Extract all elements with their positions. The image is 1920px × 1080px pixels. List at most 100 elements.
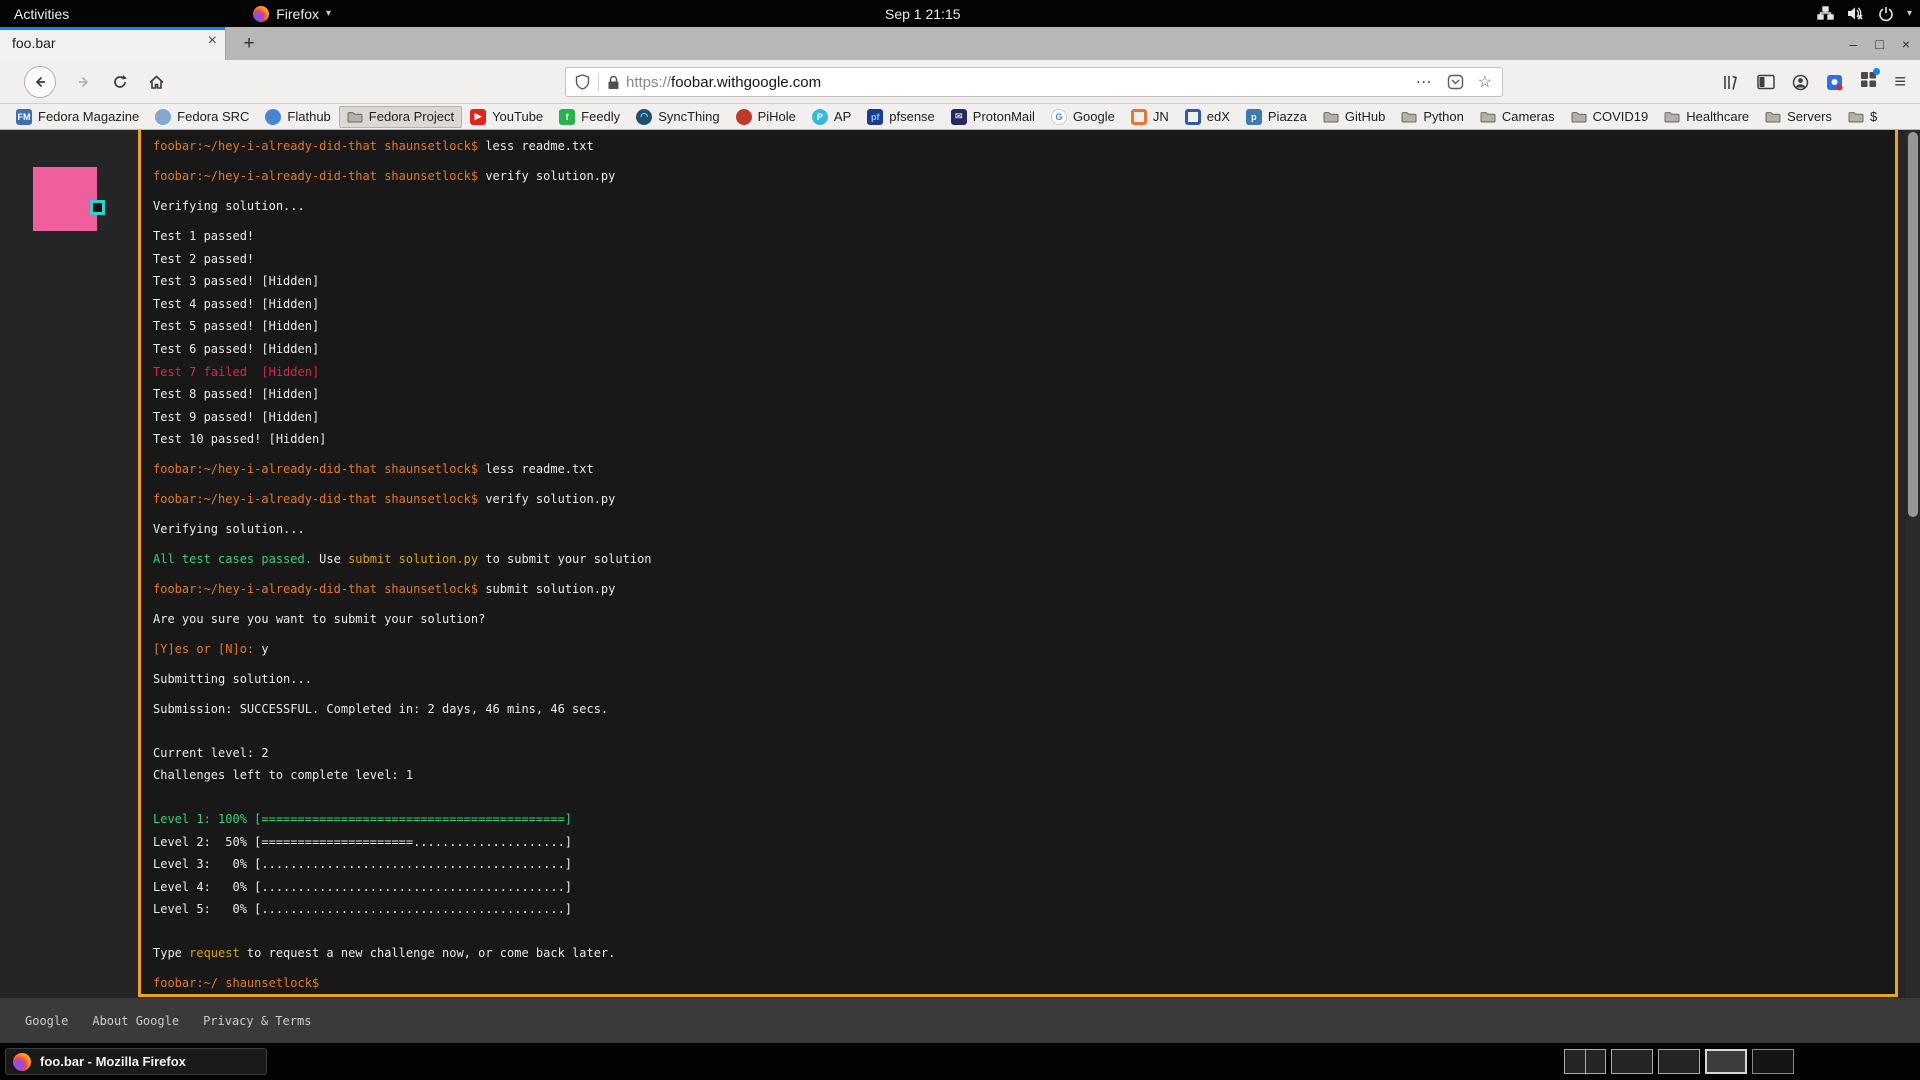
google-favicon: G (1051, 109, 1067, 125)
bookmark-cameras[interactable]: Cameras (1472, 106, 1563, 128)
bookmark-label: Flathub (287, 109, 330, 124)
bookmark-feedly[interactable]: fFeedly (551, 106, 628, 128)
screen: Activities Firefox ▾ Sep 1 21:15 ▾ foo.b… (0, 0, 1920, 1080)
url-text[interactable]: https://foobar.withgoogle.com (626, 74, 821, 91)
tab-foobar[interactable]: foo.bar × (0, 27, 226, 60)
workspace-box-2[interactable] (1611, 1049, 1653, 1074)
bookmark-pihole[interactable]: PiHole (728, 106, 804, 128)
url-bar[interactable]: https://foobar.withgoogle.com ⋯ ☆ (565, 67, 1503, 97)
folder-icon (1480, 109, 1496, 125)
window-maximize-button[interactable]: □ (1875, 36, 1883, 52)
lock-icon[interactable] (607, 75, 620, 90)
terminal-block: Are you sure you want to submit your sol… (153, 608, 1895, 631)
terminal-line: Test 6 passed! [Hidden] (153, 338, 1895, 361)
reload-button[interactable] (112, 74, 128, 90)
terminal-line: Test 4 passed! [Hidden] (153, 293, 1895, 316)
bookmark-python[interactable]: Python (1393, 106, 1471, 128)
protonmail-favicon: ✉ (951, 109, 967, 125)
bookmark-label: Python (1423, 109, 1463, 124)
bookmark-star-icon[interactable]: ☆ (1478, 72, 1492, 92)
pocket-icon[interactable] (1447, 74, 1464, 90)
clock[interactable]: Sep 1 21:15 (885, 0, 961, 27)
taskbar: foo.bar - Mozilla Firefox (0, 1043, 1920, 1080)
terminal-line: Level 2: 50% [=====================.....… (153, 831, 1895, 854)
ap-favicon: P (812, 109, 828, 125)
bookmark-healthcare[interactable]: Healthcare (1656, 106, 1757, 128)
taskbar-window-button[interactable]: foo.bar - Mozilla Firefox (5, 1048, 267, 1075)
fedora-src-favicon (155, 109, 171, 125)
tab-close-icon[interactable]: × (208, 32, 217, 50)
library-icon[interactable] (1722, 74, 1740, 91)
footer-link-privacy-terms[interactable]: Privacy & Terms (203, 1014, 311, 1028)
bookmark-servers[interactable]: Servers (1757, 106, 1840, 128)
folder-icon (1848, 109, 1864, 125)
terminal-line: Test 9 passed! [Hidden] (153, 406, 1895, 429)
workspace-box-4[interactable] (1705, 1049, 1747, 1074)
footer-link-about-google[interactable]: About Google (92, 1014, 179, 1028)
bookmark-label: SyncThing (658, 109, 719, 124)
volume-muted-icon (1847, 6, 1865, 21)
terminal-line: Test 5 passed! [Hidden] (153, 315, 1895, 338)
syncthing-favicon: ◠ (636, 109, 652, 125)
app-menu[interactable]: Firefox ▾ (253, 6, 331, 22)
bookmark-dollar[interactable]: $ (1840, 106, 1885, 128)
system-status-area[interactable]: ▾ (1817, 0, 1912, 27)
terminal-line: Verifying solution... (153, 518, 1895, 541)
scrollbar-thumb[interactable] (1908, 132, 1918, 517)
container-extension-icon[interactable] (1826, 74, 1843, 91)
terminal-block: Type request to request a new challenge … (153, 942, 1895, 965)
bookmark-flathub[interactable]: Flathub (257, 106, 338, 128)
terminal-line: foobar:~/hey-i-already-did-that shaunset… (153, 578, 1895, 601)
account-icon[interactable] (1792, 74, 1809, 91)
workspace-box-3[interactable] (1658, 1049, 1700, 1074)
fedora-magazine-favicon: FM (16, 109, 32, 125)
bookmark-jn[interactable]: JN (1123, 106, 1177, 128)
bookmark-ap[interactable]: PAP (804, 106, 859, 128)
bookmark-pfsense[interactable]: pfpfsense (859, 106, 943, 128)
bookmark-label: pfsense (889, 109, 935, 124)
footer-link-google[interactable]: Google (25, 1014, 68, 1028)
window-close-button[interactable]: × (1902, 36, 1910, 52)
folder-icon (1401, 109, 1417, 125)
folder-icon (1664, 109, 1680, 125)
url-scheme: https:// (626, 74, 671, 91)
sidebar-icon[interactable] (1757, 74, 1775, 90)
bookmark-youtube[interactable]: ▶YouTube (462, 106, 551, 128)
bookmark-piazza[interactable]: pPiazza (1238, 106, 1315, 128)
bookmark-label: Google (1073, 109, 1115, 124)
flathub-favicon (265, 109, 281, 125)
extension-button[interactable] (1860, 71, 1877, 93)
taskbar-window-title: foo.bar - Mozilla Firefox (40, 1054, 186, 1069)
bookmark-protonmail[interactable]: ✉ProtonMail (943, 106, 1043, 128)
terminal-output[interactable]: foobar:~/hey-i-already-did-that shaunset… (138, 130, 1898, 997)
bookmark-syncthing[interactable]: ◠ SyncThing (628, 106, 727, 128)
terminal-line: foobar:~/hey-i-already-did-that shaunset… (153, 135, 1895, 158)
workspace-box-1[interactable] (1564, 1049, 1606, 1074)
page-actions-icon[interactable]: ⋯ (1416, 72, 1433, 92)
workspace-box-5[interactable] (1752, 1049, 1794, 1074)
tracking-protection-shield-icon[interactable] (575, 74, 590, 90)
terminal-line: foobar:~/hey-i-already-did-that shaunset… (153, 165, 1895, 188)
new-tab-button[interactable]: + (236, 31, 262, 57)
terminal-line: Submitting solution... (153, 668, 1895, 691)
menu-icon[interactable]: ≡ (1894, 74, 1906, 91)
bookmark-fedora-magazine[interactable]: FMFedora Magazine (8, 106, 147, 128)
terminal-block: foobar:~/hey-i-already-did-that shaunset… (153, 458, 1895, 481)
bookmark-covid19[interactable]: COVID19 (1563, 106, 1657, 128)
bookmark-google[interactable]: G Google (1043, 106, 1123, 128)
bookmark-fedora-project[interactable]: Fedora Project (339, 106, 462, 128)
bookmark-fedora-src[interactable]: Fedora SRC (147, 106, 257, 128)
window-minimize-button[interactable]: – (1850, 36, 1858, 52)
activities-button[interactable]: Activities (0, 0, 83, 27)
scrollbar[interactable] (1906, 130, 1920, 998)
back-button[interactable] (24, 66, 56, 98)
forward-button[interactable] (76, 74, 92, 90)
bookmark-edx[interactable]: edX (1177, 106, 1238, 128)
bookmark-github[interactable]: GitHub (1315, 106, 1393, 128)
bookmark-label: $ (1870, 109, 1877, 124)
home-button[interactable] (148, 74, 165, 90)
terminal-block: All test cases passed. Use submit soluti… (153, 548, 1895, 571)
terminal-block: foobar:~/hey-i-already-did-that shaunset… (153, 488, 1895, 511)
gnome-top-bar: Activities Firefox ▾ Sep 1 21:15 ▾ (0, 0, 1920, 27)
terminal-block: Submitting solution... (153, 668, 1895, 691)
